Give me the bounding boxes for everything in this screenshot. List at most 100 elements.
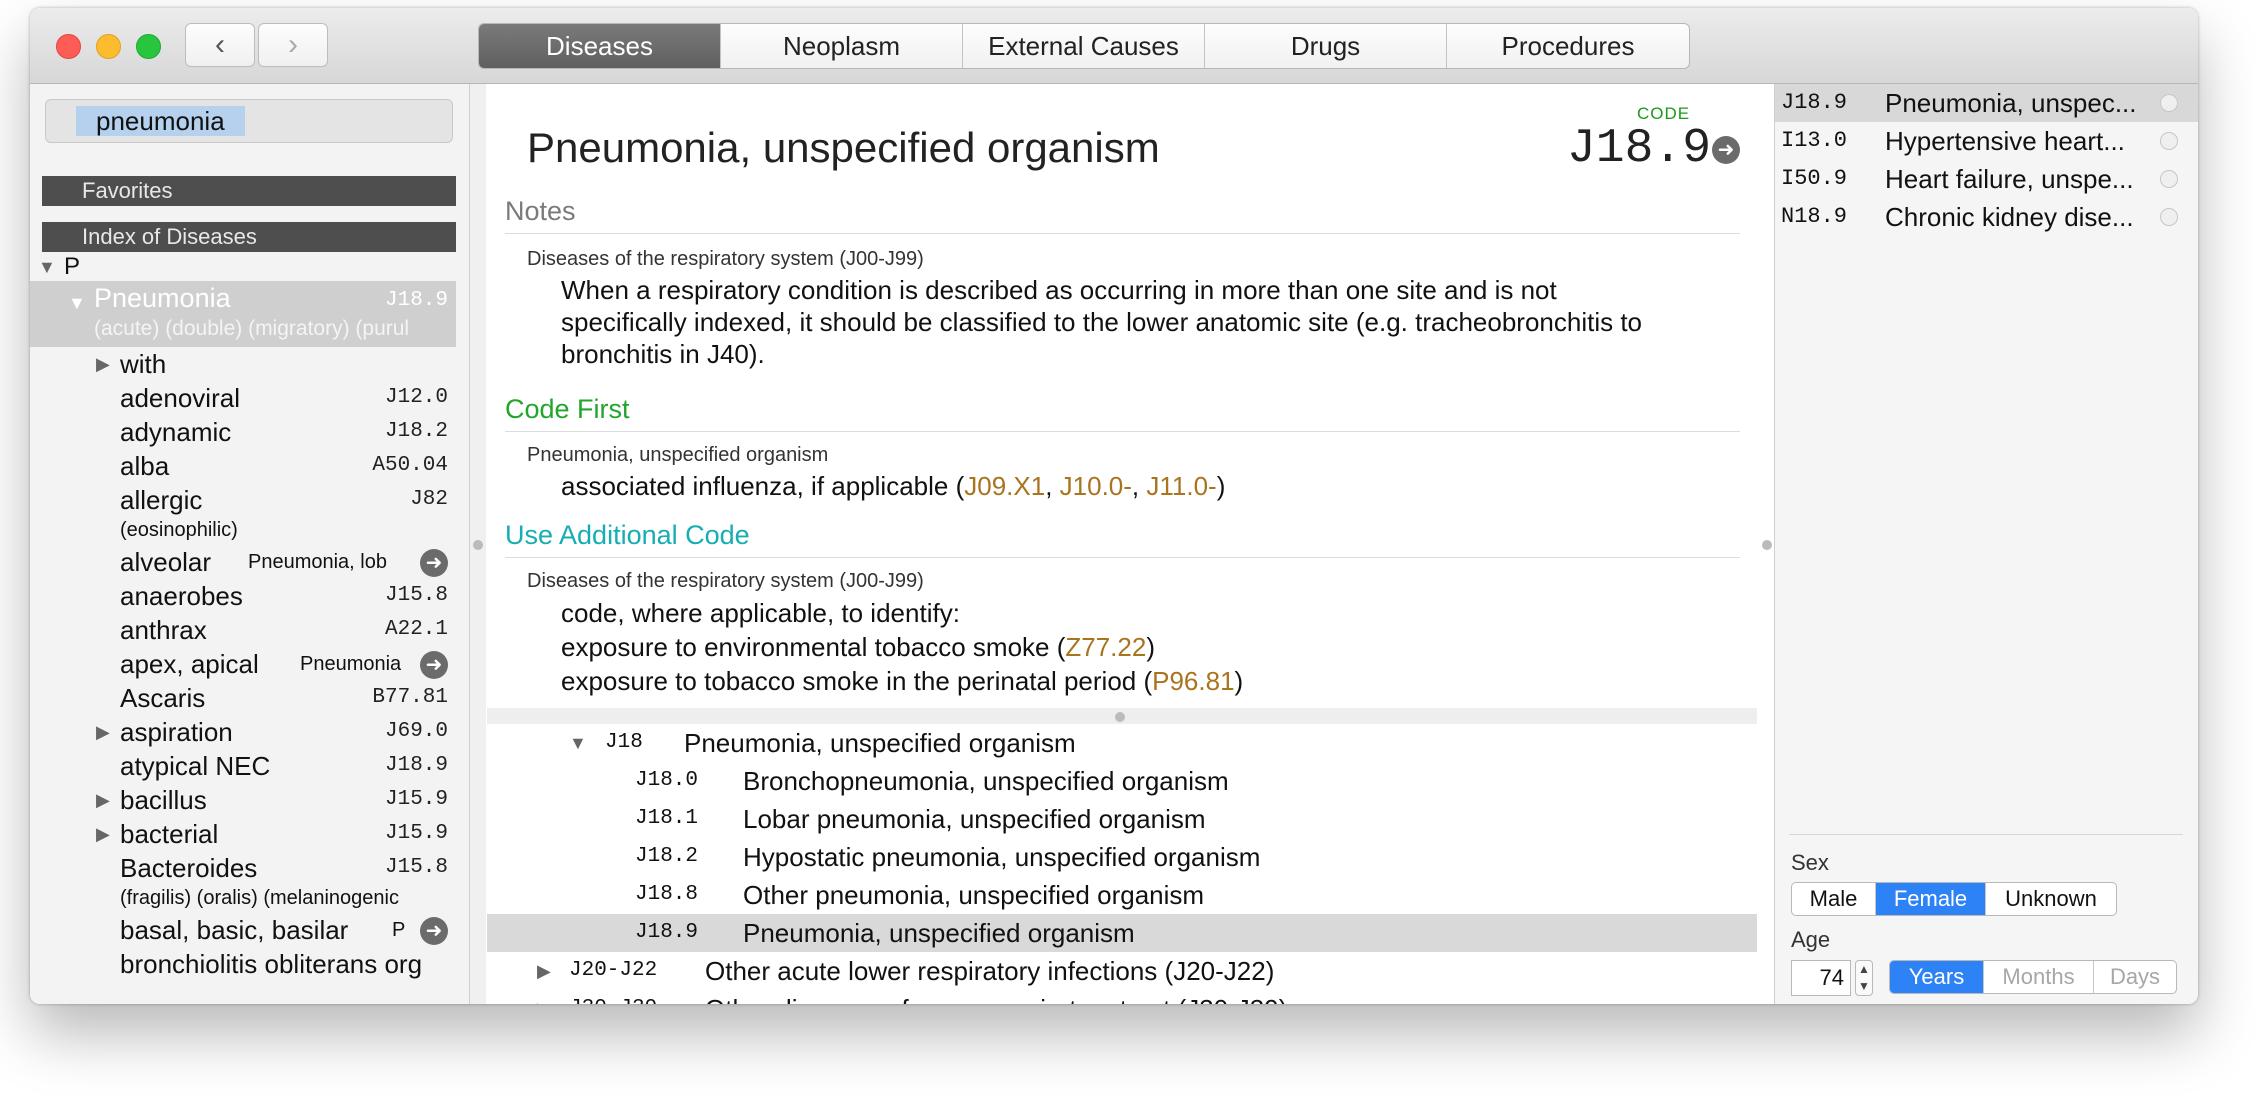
disclosure-right-icon[interactable]: ▶	[96, 347, 110, 381]
go-arrow-icon[interactable]: ➜	[420, 549, 448, 577]
disclosure-down-icon[interactable]: ▼	[68, 293, 86, 314]
use-additional-text: code, where applicable, to identify: exp…	[561, 598, 1244, 696]
age-unit-days[interactable]: Days	[2094, 961, 2176, 993]
forward-button[interactable]: ›	[258, 23, 328, 67]
app-window: ‹ › Diseases Neoplasm External Causes Dr…	[30, 8, 2198, 1004]
detail-splitter[interactable]	[487, 708, 1757, 724]
go-arrow-icon[interactable]: ➜	[1712, 136, 1740, 164]
code-link[interactable]: J11.0-	[1146, 471, 1216, 501]
title-bar: ‹ › Diseases Neoplasm External Causes Dr…	[30, 8, 2198, 84]
recent-codes-list: J18.9 Pneumonia, unspec... I13.0 Hypertens…	[1775, 84, 2198, 236]
list-item[interactable]: Ascaris B77.81	[30, 681, 469, 715]
list-item[interactable]: apex, apical Pneumonia ➜	[30, 647, 469, 681]
chevron-right-icon: ›	[288, 28, 298, 61]
sex-female-option[interactable]: Female	[1876, 883, 1986, 915]
recent-code-row[interactable]: I13.0 Hypertensive heart...	[1775, 122, 2198, 160]
favorites-header[interactable]: Favorites	[42, 176, 456, 206]
detail-pane: Pneumonia, unspecified organism CODE J18…	[487, 84, 1757, 1004]
list-item[interactable]: ▶ with	[30, 347, 469, 381]
sex-unknown-option[interactable]: Unknown	[1986, 883, 2116, 915]
index-tree: ▼ P ▼ Pneumonia J18.9 (acute) (double) (…	[30, 253, 469, 981]
search-input-value: pneumonia	[76, 106, 245, 136]
remove-circle-icon[interactable]	[2160, 170, 2178, 188]
disclosure-right-icon[interactable]: ▶	[537, 990, 551, 1004]
age-label: Age	[1791, 927, 1831, 952]
back-button[interactable]: ‹	[185, 23, 255, 67]
use-additional-header: Use Additional Code	[505, 520, 1740, 558]
hierarchy-row-selected[interactable]: J18.9 Pneumonia, unspecified organism	[487, 914, 1757, 952]
list-item[interactable]: atypical NEC J18.9	[30, 749, 469, 783]
code-link[interactable]: P96.81	[1152, 666, 1234, 696]
list-item[interactable]: alveolar Pneumonia, lob ➜	[30, 545, 469, 579]
disclosure-right-icon[interactable]: ▶	[96, 817, 110, 851]
list-item[interactable]: Bacteroides J15.8 (fragilis) (oralis) (mel…	[30, 851, 469, 913]
use-additional-source: Diseases of the respiratory system (J00-…	[527, 570, 924, 592]
code-hierarchy: ▼ J18 Pneumonia, unspecified organism J18.…	[487, 724, 1757, 1004]
disclosure-down-icon[interactable]: ▼	[38, 253, 56, 281]
index-header[interactable]: Index of Diseases	[42, 222, 456, 252]
list-item[interactable]: anthrax A22.1	[30, 613, 469, 647]
disclosure-right-icon[interactable]: ▶	[96, 783, 110, 817]
hierarchy-row[interactable]: J18.2 Hypostatic pneumonia, unspecified o…	[487, 838, 1757, 876]
list-item[interactable]: adenoviral J12.0	[30, 381, 469, 415]
index-letter-row[interactable]: ▼ P	[30, 253, 469, 281]
disclosure-down-icon[interactable]: ▼	[569, 724, 587, 762]
code-first-header: Code First	[505, 394, 1740, 432]
tab-procedures[interactable]: Procedures	[1447, 24, 1689, 68]
age-unit-years[interactable]: Years	[1890, 961, 1984, 993]
page-title: Pneumonia, unspecified organism	[527, 124, 1160, 171]
recent-code-row[interactable]: J18.9 Pneumonia, unspec...	[1775, 84, 2198, 122]
zoom-window-button[interactable]	[136, 34, 161, 59]
remove-circle-icon[interactable]	[2160, 208, 2178, 226]
code-first-source: Pneumonia, unspecified organism	[527, 444, 829, 466]
notes-header: Notes	[505, 196, 1740, 234]
tab-diseases[interactable]: Diseases	[479, 24, 721, 68]
disclosure-right-icon[interactable]: ▶	[537, 952, 551, 990]
disclosure-right-icon[interactable]: ▶	[96, 715, 110, 749]
remove-circle-icon[interactable]	[2160, 132, 2178, 150]
index-item-selected[interactable]: ▼ Pneumonia J18.9 (acute) (double) (migr…	[30, 281, 456, 347]
list-item[interactable]: anaerobes J15.8	[30, 579, 469, 613]
code-label: CODE	[1637, 104, 1691, 123]
list-item[interactable]: bronchiolitis obliterans org	[30, 947, 469, 981]
list-item[interactable]: basal, basic, basilar P ➜	[30, 913, 469, 947]
hierarchy-row[interactable]: J18.1 Lobar pneumonia, unspecified organi…	[487, 800, 1757, 838]
go-arrow-icon[interactable]: ➜	[420, 917, 448, 945]
code-value: J18.9	[1567, 122, 1712, 176]
list-item[interactable]: ▶ aspiration J69.0	[30, 715, 469, 749]
hierarchy-row[interactable]: ▼ J18 Pneumonia, unspecified organism	[487, 724, 1757, 762]
sex-label: Sex	[1791, 850, 1829, 875]
divider	[1789, 834, 2183, 835]
list-item[interactable]: adynamic J18.2	[30, 415, 469, 449]
search-input[interactable]: pneumonia	[45, 99, 453, 143]
hierarchy-row[interactable]: ▶ J20-J22 Other acute lower respiratory in…	[487, 952, 1757, 990]
tab-external-causes[interactable]: External Causes	[963, 24, 1205, 68]
recent-code-row[interactable]: I50.9 Heart failure, unspe...	[1775, 160, 2198, 198]
hierarchy-row[interactable]: J18.0 Bronchopneumonia, unspecified organ…	[487, 762, 1757, 800]
close-window-button[interactable]	[56, 34, 81, 59]
minimize-window-button[interactable]	[96, 34, 121, 59]
list-item[interactable]: ▶ bacillus J15.9	[30, 783, 469, 817]
code-link[interactable]: J09.X1	[964, 471, 1045, 501]
recent-code-row[interactable]: N18.9 Chronic kidney dise...	[1775, 198, 2198, 236]
tab-drugs[interactable]: Drugs	[1205, 24, 1447, 68]
go-arrow-icon[interactable]: ➜	[420, 651, 448, 679]
tab-neoplasm[interactable]: Neoplasm	[721, 24, 963, 68]
hierarchy-row[interactable]: ▶J30-J39Other diseases of upper respirat…	[487, 990, 1757, 1004]
list-item[interactable]: allergic J82 (eosinophilic)	[30, 483, 469, 545]
sex-male-option[interactable]: Male	[1792, 883, 1876, 915]
age-stepper[interactable]: ▲ ▼	[1855, 960, 1873, 996]
code-link[interactable]: J10.0-	[1060, 471, 1132, 501]
remove-circle-icon[interactable]	[2160, 94, 2178, 112]
age-input[interactable]: 74	[1791, 960, 1851, 996]
hierarchy-row[interactable]: J18.8 Other pneumonia, unspecified organi…	[487, 876, 1757, 914]
notes-text: When a respiratory condition is describe…	[561, 275, 1643, 369]
list-item[interactable]: alba A50.04	[30, 449, 469, 483]
sidebar-splitter[interactable]	[470, 84, 486, 1004]
list-item[interactable]: ▶ bacterial J15.9	[30, 817, 469, 851]
recent-codes-panel: J18.9 Pneumonia, unspec... I13.0 Hypertens…	[1774, 84, 2198, 1004]
right-splitter[interactable]	[1762, 540, 1772, 550]
age-unit-selector: Years Months Days	[1889, 960, 2177, 994]
age-unit-months[interactable]: Months	[1984, 961, 2094, 993]
code-link[interactable]: Z77.22	[1065, 632, 1146, 662]
